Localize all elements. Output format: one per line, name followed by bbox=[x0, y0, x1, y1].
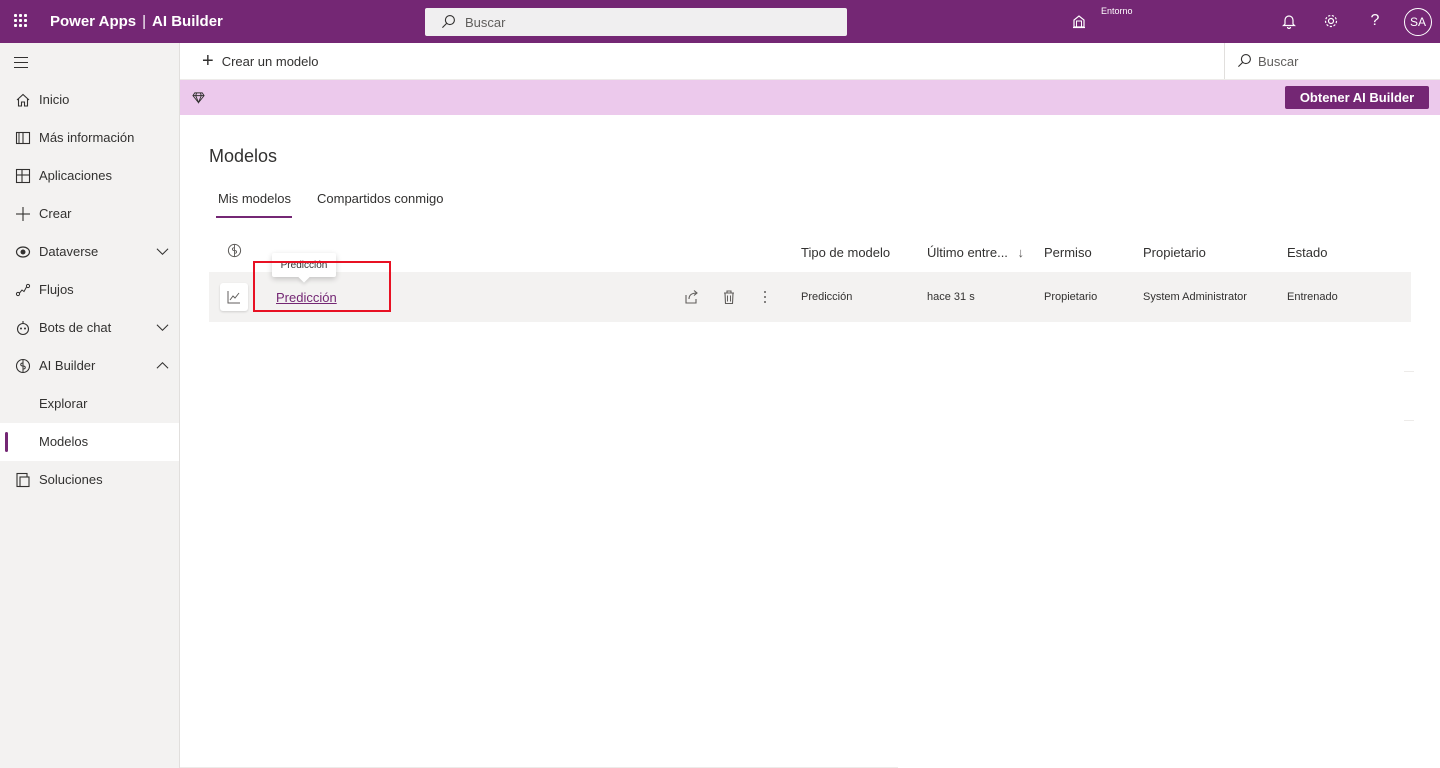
solutions-icon bbox=[16, 472, 30, 488]
top-header: Power Apps | AI Builder Buscar Entorno ? S… bbox=[0, 0, 1440, 43]
delete-trash-icon[interactable] bbox=[721, 289, 737, 305]
sidebar-item-label: Bots de chat bbox=[39, 320, 112, 335]
highlight-box bbox=[253, 261, 391, 312]
section-name: AI Builder bbox=[152, 13, 223, 30]
sidebar-item-label: Inicio bbox=[39, 92, 70, 107]
sidebar-item-mas-informacion[interactable]: Más información bbox=[0, 119, 179, 157]
cell-model-type: Predicción bbox=[801, 291, 853, 303]
sidebar-item-label: Aplicaciones bbox=[39, 168, 112, 183]
global-search-box[interactable]: Buscar bbox=[425, 8, 847, 36]
apps-icon bbox=[15, 168, 31, 184]
collapse-nav-icon[interactable] bbox=[14, 57, 28, 68]
sidebar-item-label: Soluciones bbox=[39, 472, 103, 487]
sidebar-item-explorar[interactable]: Explorar bbox=[0, 385, 179, 423]
sidebar-item-crear[interactable]: Crear bbox=[0, 195, 179, 233]
trial-banner: Obtener AI Builder bbox=[180, 80, 1440, 115]
chevron-down-icon[interactable] bbox=[156, 321, 169, 334]
column-header-tipo[interactable]: Tipo de modelo bbox=[801, 245, 890, 260]
flow-icon bbox=[15, 283, 31, 297]
sidebar-item-flujos[interactable]: Flujos bbox=[0, 271, 179, 309]
column-header-permiso[interactable]: Permiso bbox=[1044, 245, 1092, 260]
sidebar-item-label: Explorar bbox=[39, 396, 88, 411]
app-name: Power Apps bbox=[50, 13, 137, 30]
sidebar-item-bots-de-chat[interactable]: Bots de chat bbox=[0, 309, 179, 347]
cell-permission: Propietario bbox=[1044, 291, 1098, 303]
sidebar-item-soluciones[interactable]: Soluciones bbox=[0, 461, 179, 499]
tab-compartidos-conmigo[interactable]: Compartidos conmigo bbox=[317, 191, 443, 206]
get-ai-builder-button[interactable]: Obtener AI Builder bbox=[1285, 86, 1429, 109]
search-icon bbox=[1238, 54, 1251, 67]
book-icon bbox=[15, 131, 31, 145]
sort-descending-icon: ↓ bbox=[1017, 245, 1025, 260]
prediction-model-icon bbox=[220, 283, 248, 311]
page-title: Modelos bbox=[209, 146, 278, 166]
left-navigation: Inicio Más información Aplicaciones Crea… bbox=[0, 43, 180, 768]
sidebar-item-aplicaciones[interactable]: Aplicaciones bbox=[0, 157, 179, 195]
dataverse-icon bbox=[15, 246, 31, 258]
sidebar-item-dataverse[interactable]: Dataverse bbox=[0, 233, 179, 271]
cell-last-trained: hace 31 s bbox=[927, 291, 975, 303]
sidebar-item-modelos[interactable]: Modelos bbox=[0, 423, 179, 461]
sidebar-item-label: Más información bbox=[39, 130, 135, 145]
app-brand[interactable]: Power Apps | AI Builder bbox=[50, 13, 223, 30]
notifications-bell-icon[interactable] bbox=[1280, 12, 1298, 30]
bot-icon bbox=[16, 321, 30, 336]
model-search-box[interactable]: Buscar bbox=[1224, 43, 1440, 79]
sidebar-item-label: Flujos bbox=[39, 282, 74, 297]
settings-gear-icon[interactable] bbox=[1322, 12, 1340, 30]
column-header-estado[interactable]: Estado bbox=[1287, 245, 1327, 260]
sidebar-item-label: Modelos bbox=[39, 434, 89, 449]
global-search-placeholder: Buscar bbox=[465, 15, 506, 30]
home-icon bbox=[16, 93, 30, 107]
sidebar-item-ai-builder[interactable]: AI Builder bbox=[0, 347, 179, 385]
chevron-down-icon[interactable] bbox=[156, 245, 169, 258]
active-indicator bbox=[5, 432, 8, 452]
cell-status: Entrenado bbox=[1287, 291, 1338, 303]
column-header-propietario[interactable]: Propietario bbox=[1143, 245, 1206, 260]
brain-icon bbox=[15, 358, 31, 374]
divider bbox=[1404, 420, 1414, 421]
more-options-icon[interactable] bbox=[757, 289, 773, 305]
brand-separator: | bbox=[142, 13, 147, 30]
plus-icon bbox=[16, 207, 30, 221]
cell-owner: System Administrator bbox=[1143, 291, 1247, 303]
command-bar: + Crear un modelo Buscar bbox=[180, 43, 1440, 80]
model-search-placeholder: Buscar bbox=[1258, 54, 1299, 69]
model-type-column-icon bbox=[227, 243, 242, 258]
environment-icon[interactable] bbox=[1071, 13, 1087, 29]
divider bbox=[1404, 371, 1414, 372]
tab-mis-modelos[interactable]: Mis modelos bbox=[218, 191, 291, 206]
sidebar-item-label: Dataverse bbox=[39, 244, 99, 259]
column-header-ultimo-entrenamiento[interactable]: Último entre... ↓ bbox=[927, 245, 1024, 260]
sidebar-item-label: AI Builder bbox=[39, 358, 96, 373]
create-model-label: Crear un modelo bbox=[221, 53, 319, 69]
chevron-up-icon[interactable] bbox=[156, 359, 169, 372]
create-model-button[interactable]: + Crear un modelo bbox=[202, 50, 319, 72]
sidebar-item-label: Crear bbox=[39, 206, 72, 221]
column-header-label: Último entre... bbox=[927, 245, 1008, 260]
app-launcher-icon[interactable] bbox=[14, 14, 28, 28]
environment-label[interactable]: Entorno bbox=[1101, 6, 1133, 16]
diamond-icon bbox=[192, 92, 205, 104]
sidebar-item-inicio[interactable]: Inicio bbox=[0, 81, 179, 119]
selected-tab-indicator bbox=[216, 216, 292, 218]
search-icon bbox=[442, 15, 455, 28]
share-icon[interactable] bbox=[684, 289, 700, 305]
help-icon[interactable]: ? bbox=[1366, 12, 1384, 30]
user-avatar[interactable]: SA bbox=[1404, 8, 1432, 36]
plus-icon: + bbox=[202, 50, 214, 72]
